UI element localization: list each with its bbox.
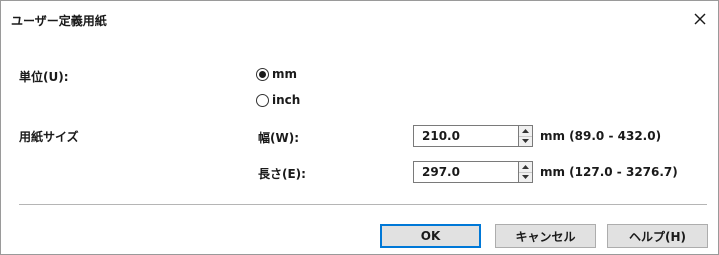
unit-radio-inch[interactable]: inch (256, 93, 300, 107)
height-input[interactable]: 297.0 (413, 161, 519, 183)
custom-paper-dialog: ユーザー定義用紙 単位(U): mm inch 用紙サイズ 幅(W): 210.… (0, 0, 719, 255)
arrow-up-icon (522, 128, 529, 133)
width-range-text: mm (89.0 - 432.0) (540, 129, 662, 143)
height-label: 長さ(E): (258, 167, 306, 181)
unit-label: 単位(U): (19, 70, 69, 84)
width-spin-down-button[interactable] (519, 137, 532, 147)
height-spinner[interactable] (519, 161, 533, 183)
width-spinner[interactable] (519, 125, 533, 147)
radio-unselected-icon (256, 93, 269, 107)
divider (19, 204, 707, 205)
unit-radio-mm[interactable]: mm (256, 67, 297, 81)
cancel-button[interactable]: キャンセル (495, 224, 596, 248)
title-bar: ユーザー定義用紙 (1, 1, 718, 37)
height-range-text: mm (127.0 - 3276.7) (540, 165, 678, 179)
unit-mm-label: mm (272, 67, 298, 81)
help-button[interactable]: ヘルプ(H) (607, 224, 708, 248)
width-input[interactable]: 210.0 (413, 125, 519, 147)
arrow-down-icon (522, 139, 529, 144)
close-icon (694, 13, 706, 25)
width-spin-up-button[interactable] (519, 126, 532, 137)
unit-inch-label: inch (272, 93, 301, 107)
close-button[interactable] (688, 7, 712, 31)
height-spin-down-button[interactable] (519, 173, 532, 183)
radio-selected-icon (256, 67, 269, 81)
width-label: 幅(W): (258, 131, 300, 145)
height-spin-up-button[interactable] (519, 162, 532, 173)
paper-size-label: 用紙サイズ (19, 130, 79, 144)
arrow-down-icon (522, 175, 529, 180)
ok-button[interactable]: OK (380, 224, 481, 248)
dialog-title: ユーザー定義用紙 (11, 14, 107, 28)
arrow-up-icon (522, 164, 529, 169)
